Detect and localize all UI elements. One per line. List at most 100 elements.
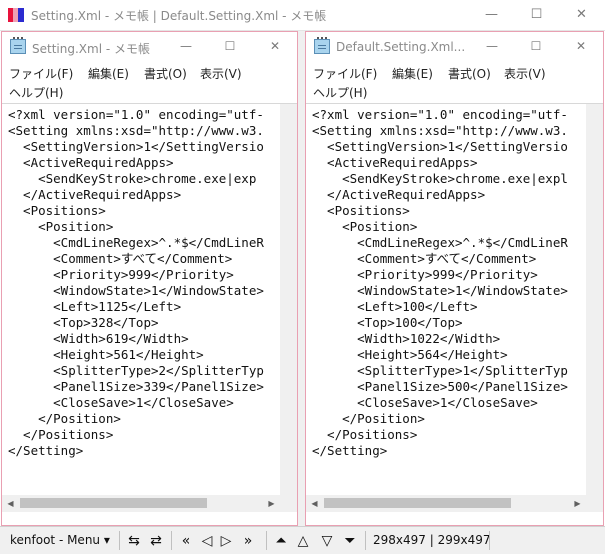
right-code-line: <SendKeyStroke>chrome.exe|expl: [312, 171, 568, 186]
left-code-line: <Width>619</Width>: [8, 331, 189, 346]
right-code-line: <Position>: [312, 219, 418, 234]
left-menu-file[interactable]: ファイル(F): [9, 65, 73, 82]
right-menu-view[interactable]: 表示(V): [504, 65, 546, 82]
left-code-line: <Comment>すべて</Comment>: [8, 251, 233, 266]
right-menu-bar: ファイル(F) 編集(E) 書式(O) 表示(V) ヘルプ(H): [306, 61, 603, 103]
left-code-line: <Panel1Size>339</Panel1Size>: [8, 379, 264, 394]
left-code-line: <Position>: [8, 219, 114, 234]
left-maximize-button[interactable]: ☐: [208, 32, 252, 61]
splitter-bar[interactable]: [298, 31, 305, 526]
right-code-line: </Setting>: [312, 443, 388, 458]
left-horizontal-scrollbar[interactable]: ◀ ▶: [2, 495, 280, 512]
right-scroll-corner: [586, 495, 603, 512]
left-code-line: <Priority>999</Priority>: [8, 267, 234, 282]
left-scroll-left-arrow[interactable]: ◀: [2, 495, 19, 512]
right-code-line: <ActiveRequiredApps>: [312, 155, 478, 170]
left-code-line: <SplitterType>2</SplitterTyp: [8, 363, 264, 378]
right-menu-edit[interactable]: 編集(E): [392, 65, 433, 82]
left-code-line: <SettingVersion>1</SettingVersio: [8, 139, 264, 154]
left-code-line: <Top>328</Top>: [8, 315, 159, 330]
notepad-window-left: Setting.Xml - メモ帳 — ☐ ✕ ファイル(F) 編集(E) 書式…: [1, 31, 298, 526]
left-code-line: </Positions>: [8, 427, 114, 442]
right-menu-file[interactable]: ファイル(F): [313, 65, 377, 82]
left-scroll-right-arrow[interactable]: ▶: [263, 495, 280, 512]
left-vertical-scrollbar[interactable]: [280, 104, 297, 496]
right-code-line: <Panel1Size>500</Panel1Size>: [312, 379, 568, 394]
swap-panes-alt-icon[interactable]: ⇄: [146, 531, 166, 551]
right-menu-format[interactable]: 書式(O): [448, 65, 491, 82]
left-code-line: <?xml version="1.0" encoding="utf-: [8, 107, 264, 122]
right-text-editor[interactable]: <?xml version="1.0" encoding="utf- <Setti…: [306, 103, 603, 512]
left-code-line: <Setting xmlns:xsd="http://www.w3.: [8, 123, 264, 138]
right-code-line: <Height>564</Height>: [312, 347, 508, 362]
right-code-line: <Comment>すべて</Comment>: [312, 251, 537, 266]
right-close-button[interactable]: ✕: [559, 32, 603, 61]
right-code-line: <Positions>: [312, 203, 410, 218]
left-code-line: </Position>: [8, 411, 121, 426]
right-code-line: <Priority>999</Priority>: [312, 267, 538, 282]
left-code-line: <WindowState>1</WindowState>: [8, 283, 264, 298]
outer-maximize-button[interactable]: ☐: [514, 0, 559, 30]
right-code-line: <SettingVersion>1</SettingVersio: [312, 139, 568, 154]
move-down-icon[interactable]: ▽: [318, 531, 336, 551]
left-code-line: </Setting>: [8, 443, 84, 458]
right-code-line: <Setting xmlns:xsd="http://www.w3.: [312, 123, 568, 138]
left-menu-format[interactable]: 書式(O): [144, 65, 187, 82]
right-code-line: <WindowState>1</WindowState>: [312, 283, 568, 298]
swap-panes-icon[interactable]: ⇆: [124, 531, 144, 551]
left-horizontal-scroll-thumb[interactable]: [20, 498, 207, 508]
right-code-line: </Position>: [312, 411, 425, 426]
left-close-button[interactable]: ✕: [253, 32, 297, 61]
left-code-line: <CloseSave>1</CloseSave>: [8, 395, 234, 410]
move-up-icon[interactable]: △: [294, 531, 312, 551]
right-horizontal-scrollbar[interactable]: ◀ ▶: [306, 495, 586, 512]
right-horizontal-scroll-thumb[interactable]: [324, 498, 511, 508]
toolbar-separator: [266, 531, 267, 550]
right-title-bar: Default.Setting.Xml... — ☐ ✕: [306, 32, 603, 61]
notepad-window-right: Default.Setting.Xml... — ☐ ✕ ファイル(F) 編集(…: [305, 31, 604, 526]
left-text-editor[interactable]: <?xml version="1.0" encoding="utf- <Setti…: [2, 103, 297, 512]
right-window-title: Default.Setting.Xml...: [336, 40, 466, 54]
move-left-icon[interactable]: ◁: [199, 531, 215, 551]
right-maximize-button[interactable]: ☐: [514, 32, 558, 61]
right-vertical-scrollbar[interactable]: [586, 104, 603, 496]
left-editor-text: <?xml version="1.0" encoding="utf- <Setti…: [8, 107, 264, 459]
toolbar-separator: [119, 531, 120, 550]
outer-close-button[interactable]: ✕: [559, 0, 604, 30]
left-scroll-corner: [280, 495, 297, 512]
move-to-bottom-icon[interactable]: ⏷: [341, 531, 359, 551]
right-scroll-left-arrow[interactable]: ◀: [306, 495, 323, 512]
kenfoot-app-icon: [8, 7, 24, 23]
move-to-far-left-icon[interactable]: «: [176, 531, 196, 551]
right-menu-help[interactable]: ヘルプ(H): [313, 84, 367, 101]
left-window-title: Setting.Xml - メモ帳: [32, 42, 150, 56]
left-code-line: <Left>1125</Left>: [8, 299, 182, 314]
left-menu-edit[interactable]: 編集(E): [88, 65, 129, 82]
right-code-line: <CmdLineRegex>^.*$</CmdLineR: [312, 235, 568, 250]
left-code-line: <Height>561</Height>: [8, 347, 204, 362]
kenfoot-toolbar: kenfoot - Menu ▾ ⇆ ⇄ « ◁ ▷ » ⏶ △ ▽ ⏷ 298…: [0, 526, 605, 554]
left-minimize-button[interactable]: —: [164, 32, 208, 61]
left-code-line: <Positions>: [8, 203, 106, 218]
move-to-top-icon[interactable]: ⏶: [272, 531, 290, 551]
left-menu-help[interactable]: ヘルプ(H): [9, 84, 63, 101]
notepad-icon: [314, 37, 330, 54]
left-menu-view[interactable]: 表示(V): [200, 65, 242, 82]
right-scroll-right-arrow[interactable]: ▶: [569, 495, 586, 512]
kenfoot-menu-button[interactable]: kenfoot - Menu ▾: [4, 527, 116, 554]
right-editor-text: <?xml version="1.0" encoding="utf- <Setti…: [312, 107, 568, 459]
right-minimize-button[interactable]: —: [470, 32, 514, 61]
right-code-line: <SplitterType>1</SplitterTyp: [312, 363, 568, 378]
right-code-line: </ActiveRequiredApps>: [312, 187, 486, 202]
left-code-line: <CmdLineRegex>^.*$</CmdLineR: [8, 235, 264, 250]
move-to-far-right-icon[interactable]: »: [238, 531, 258, 551]
right-code-line: <Width>1022</Width>: [312, 331, 501, 346]
outer-window-title: Setting.Xml - メモ帳 | Default.Setting.Xml …: [31, 9, 327, 23]
left-code-line: </ActiveRequiredApps>: [8, 187, 182, 202]
move-right-icon[interactable]: ▷: [218, 531, 234, 551]
right-code-line: <Left>100</Left>: [312, 299, 478, 314]
left-title-bar: Setting.Xml - メモ帳 — ☐ ✕: [2, 32, 297, 61]
right-code-line: <Top>100</Top>: [312, 315, 463, 330]
toolbar-separator: [489, 531, 490, 550]
outer-minimize-button[interactable]: —: [469, 0, 514, 30]
